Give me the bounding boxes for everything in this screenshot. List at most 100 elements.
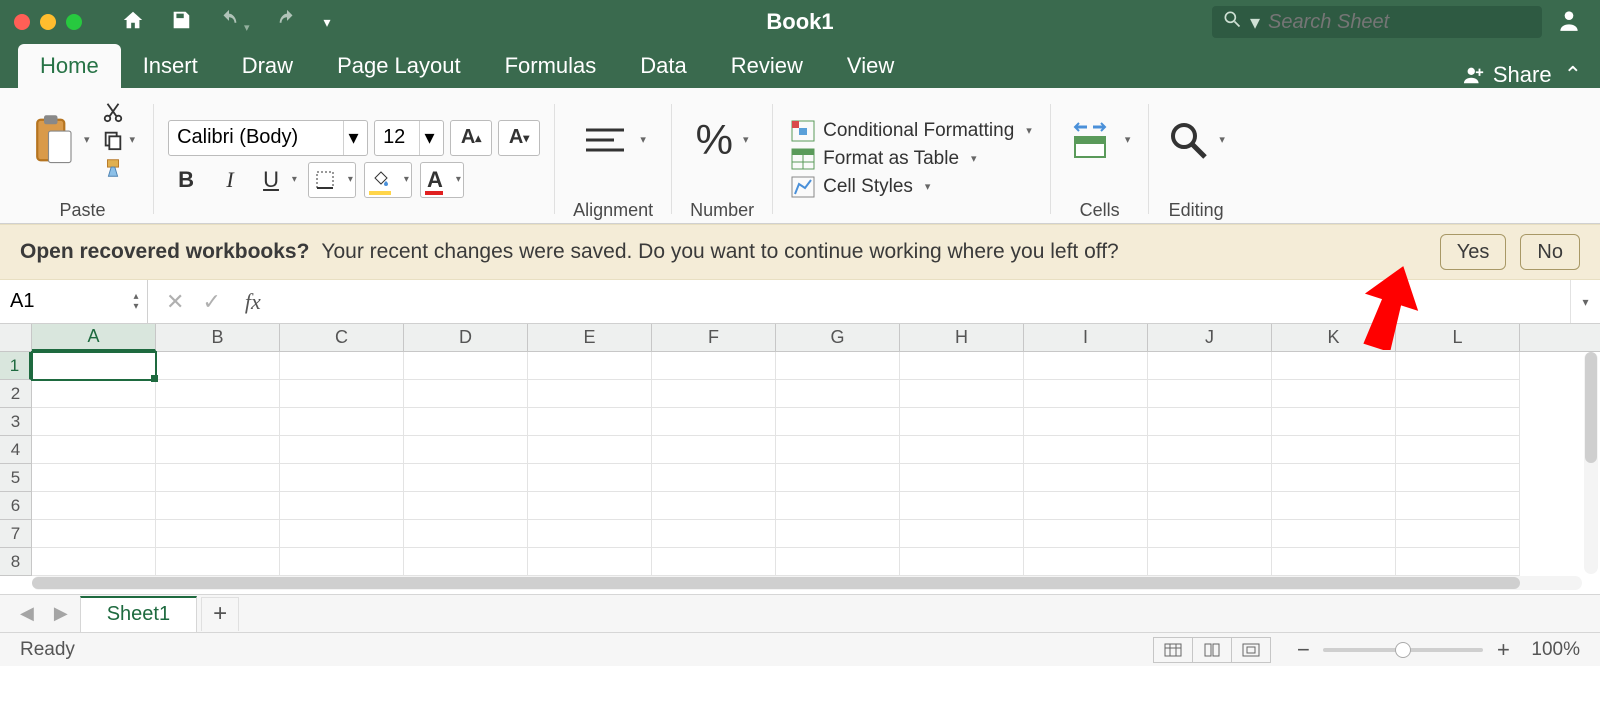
- sheet-tab-active[interactable]: Sheet1: [80, 596, 197, 632]
- column-header[interactable]: C: [280, 324, 404, 351]
- tab-data[interactable]: Data: [618, 44, 708, 88]
- row-header[interactable]: 7: [0, 520, 31, 548]
- cell[interactable]: [1024, 380, 1148, 408]
- cell[interactable]: [280, 464, 404, 492]
- column-header[interactable]: E: [528, 324, 652, 351]
- cell[interactable]: [1148, 520, 1272, 548]
- cell[interactable]: [32, 464, 156, 492]
- row-header[interactable]: 4: [0, 436, 31, 464]
- cell[interactable]: [156, 548, 280, 576]
- font-color-button[interactable]: A▾: [420, 162, 464, 198]
- cell[interactable]: [900, 520, 1024, 548]
- sheet-nav-prev-icon[interactable]: ◀: [12, 603, 42, 624]
- collapse-ribbon-icon[interactable]: ⌃: [1564, 62, 1582, 88]
- cell[interactable]: [156, 352, 280, 380]
- cell[interactable]: [1148, 380, 1272, 408]
- column-header[interactable]: H: [900, 324, 1024, 351]
- cell[interactable]: [1272, 492, 1396, 520]
- cell[interactable]: [404, 492, 528, 520]
- row-headers[interactable]: 12345678: [0, 352, 32, 576]
- row-header[interactable]: 1: [0, 352, 31, 380]
- cell[interactable]: [528, 464, 652, 492]
- cut-button[interactable]: [102, 101, 136, 123]
- cell[interactable]: [1148, 352, 1272, 380]
- cells-area[interactable]: [32, 352, 1600, 594]
- cell[interactable]: [1396, 408, 1520, 436]
- column-header[interactable]: B: [156, 324, 280, 351]
- sheet-nav-next-icon[interactable]: ▶: [46, 603, 76, 624]
- home-icon[interactable]: [122, 9, 144, 36]
- column-header[interactable]: K: [1272, 324, 1396, 351]
- cell[interactable]: [156, 436, 280, 464]
- cell[interactable]: [1396, 436, 1520, 464]
- cell[interactable]: [652, 352, 776, 380]
- cell[interactable]: [404, 464, 528, 492]
- horizontal-scrollbar[interactable]: [32, 576, 1582, 590]
- cell[interactable]: [776, 520, 900, 548]
- underline-button[interactable]: U▾: [256, 162, 300, 198]
- cell[interactable]: [900, 464, 1024, 492]
- formula-input[interactable]: [279, 280, 1570, 323]
- cell[interactable]: [776, 464, 900, 492]
- tab-page-layout[interactable]: Page Layout: [315, 44, 483, 88]
- editing-button[interactable]: ▾: [1167, 97, 1225, 183]
- cell[interactable]: [280, 380, 404, 408]
- cell[interactable]: [32, 492, 156, 520]
- column-header[interactable]: L: [1396, 324, 1520, 351]
- name-box-stepper[interactable]: ▴▾: [127, 282, 145, 321]
- cell[interactable]: [156, 408, 280, 436]
- tab-formulas[interactable]: Formulas: [483, 44, 619, 88]
- format-as-table-button[interactable]: Format as Table▾: [791, 148, 1032, 170]
- cell[interactable]: [1396, 548, 1520, 576]
- cell[interactable]: [404, 520, 528, 548]
- expand-formula-bar-icon[interactable]: ▾: [1570, 280, 1600, 323]
- cell[interactable]: [1272, 380, 1396, 408]
- search-sheet-input[interactable]: [1268, 11, 1532, 34]
- cell[interactable]: [900, 548, 1024, 576]
- column-header[interactable]: I: [1024, 324, 1148, 351]
- column-header[interactable]: A: [32, 324, 156, 351]
- bold-button[interactable]: B: [168, 162, 204, 198]
- row-header[interactable]: 5: [0, 464, 31, 492]
- cell[interactable]: [1272, 436, 1396, 464]
- cell[interactable]: [652, 492, 776, 520]
- add-sheet-button[interactable]: +: [201, 597, 239, 631]
- name-box[interactable]: A1 ▴▾: [0, 280, 148, 323]
- tab-insert[interactable]: Insert: [121, 44, 220, 88]
- column-header[interactable]: J: [1148, 324, 1272, 351]
- cell[interactable]: [280, 492, 404, 520]
- minimize-window-button[interactable]: [40, 14, 56, 30]
- cell[interactable]: [1024, 492, 1148, 520]
- column-header[interactable]: D: [404, 324, 528, 351]
- cell[interactable]: [652, 380, 776, 408]
- cell[interactable]: [1272, 464, 1396, 492]
- cell[interactable]: [156, 520, 280, 548]
- cell[interactable]: [32, 548, 156, 576]
- spreadsheet-grid[interactable]: ABCDEFGHIJKL 12345678: [0, 324, 1600, 594]
- increase-font-size-button[interactable]: A▴: [450, 120, 492, 156]
- cells-button[interactable]: ▾: [1069, 97, 1131, 183]
- cell[interactable]: [32, 408, 156, 436]
- zoom-slider[interactable]: [1323, 648, 1483, 652]
- cell[interactable]: [652, 408, 776, 436]
- cell[interactable]: [404, 380, 528, 408]
- cell[interactable]: [652, 464, 776, 492]
- cell[interactable]: [528, 520, 652, 548]
- alignment-button[interactable]: ▾: [580, 97, 646, 183]
- cell[interactable]: [776, 408, 900, 436]
- cell[interactable]: [776, 548, 900, 576]
- fill-color-button[interactable]: ▾: [364, 162, 412, 198]
- cell[interactable]: [1396, 352, 1520, 380]
- zoom-in-button[interactable]: +: [1493, 637, 1513, 663]
- recovery-yes-button[interactable]: Yes: [1440, 234, 1507, 270]
- cell[interactable]: [1024, 408, 1148, 436]
- cell[interactable]: [528, 548, 652, 576]
- cell[interactable]: [1272, 408, 1396, 436]
- cell[interactable]: [1148, 548, 1272, 576]
- tab-view[interactable]: View: [825, 44, 916, 88]
- cell[interactable]: [528, 408, 652, 436]
- column-header[interactable]: F: [652, 324, 776, 351]
- redo-icon[interactable]: [276, 9, 298, 36]
- row-header[interactable]: 2: [0, 380, 31, 408]
- cell[interactable]: [32, 380, 156, 408]
